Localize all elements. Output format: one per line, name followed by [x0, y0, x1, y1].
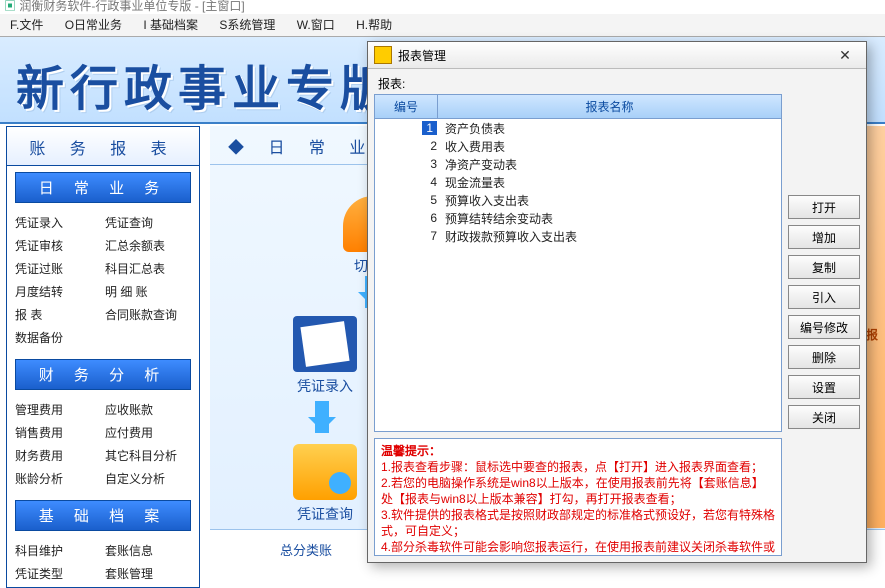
- link-detail-ledger[interactable]: 明 细 账: [103, 280, 193, 303]
- link-subject-maint[interactable]: 科目维护: [13, 539, 103, 562]
- row-name: 预算结转结余变动表: [443, 210, 781, 227]
- menubar: F.文件 O日常业务 I 基础档案 S系统管理 W.窗口 H.帮助: [0, 14, 885, 37]
- link-voucher-entry[interactable]: 凭证录入: [13, 211, 103, 234]
- app-icon: ▣: [4, 0, 16, 13]
- tips-box: 温馨提示： 1.报表查看步骤：鼠标选中要查的报表，点【打开】进入报表界面查看； …: [374, 438, 782, 556]
- section-daily: 日 常 业 务: [15, 172, 191, 203]
- delete-button[interactable]: 删除: [788, 345, 860, 369]
- row-name: 现金流量表: [443, 174, 781, 191]
- col-name: 报表名称: [438, 95, 781, 118]
- arrow-icon: [315, 401, 329, 433]
- copy-button[interactable]: 复制: [788, 255, 860, 279]
- link-manage-fee[interactable]: 管理费用: [13, 398, 103, 421]
- menu-window[interactable]: W.窗口: [297, 18, 335, 32]
- link-subject-summary[interactable]: 科目汇总表: [103, 257, 193, 280]
- dialog-buttons: 打开 增加 复制 引入 编号修改 删除 设置 关闭: [788, 75, 860, 556]
- dialog-icon: [374, 46, 392, 64]
- group-label: 报表:: [378, 75, 782, 92]
- menu-help[interactable]: H.帮助: [356, 18, 392, 32]
- menu-basic[interactable]: I 基础档案: [143, 18, 198, 32]
- row-name: 财政拨款预算收入支出表: [443, 228, 781, 245]
- link-voucher-audit[interactable]: 凭证审核: [13, 234, 103, 257]
- row-no: 3: [375, 157, 443, 171]
- dialog-titlebar[interactable]: 报表管理 ✕: [368, 42, 866, 69]
- import-button[interactable]: 引入: [788, 285, 860, 309]
- ws-query-label: 凭证查询: [297, 506, 353, 522]
- finance-links: 管理费用 应收账款 销售费用 应付费用 财务费用 其它科目分析 账龄分析 自定义…: [7, 396, 199, 494]
- section-basic: 基 础 档 案: [15, 500, 191, 531]
- tip-4: 4.部分杀毒软件可能会影响您报表运行，在使用报表前建议关闭杀毒软件或安全卫士等第…: [381, 540, 775, 556]
- row-no: 6: [375, 211, 443, 225]
- link-voucher-post[interactable]: 凭证过账: [13, 257, 103, 280]
- link-other-subj[interactable]: 其它科目分析: [103, 444, 193, 467]
- sidebar: 账 务 报 表 日 常 业 务 凭证录入 凭证查询 凭证审核 汇总余额表 凭证过…: [6, 126, 200, 588]
- tip-1: 1.报表查看步骤：鼠标选中要查的报表，点【打开】进入报表界面查看；: [381, 460, 763, 474]
- list-row[interactable]: 7财政拨款预算收入支出表: [375, 227, 781, 245]
- col-no: 编号: [375, 95, 438, 118]
- link-account-info[interactable]: 套账信息: [103, 539, 193, 562]
- tip-2: 2.若您的电脑操作系统是win8以上版本，在使用报表前先将【套账信息】处【报表与…: [381, 476, 764, 506]
- daily-links: 凭证录入 凭证查询 凭证审核 汇总余额表 凭证过账 科目汇总表 月度结转 明 细…: [7, 209, 199, 353]
- row-name: 净资产变动表: [443, 156, 781, 173]
- link-payable[interactable]: 应付费用: [103, 421, 193, 444]
- link-voucher-query[interactable]: 凭证查询: [103, 211, 193, 234]
- link-fin-fee[interactable]: 财务费用: [13, 444, 103, 467]
- add-button[interactable]: 增加: [788, 225, 860, 249]
- list-row[interactable]: 5预算收入支出表: [375, 191, 781, 209]
- dialog-title: 报表管理: [398, 47, 830, 64]
- list-row[interactable]: 2收入费用表: [375, 137, 781, 155]
- link-sale-fee[interactable]: 销售费用: [13, 421, 103, 444]
- list-header: 编号 报表名称: [375, 95, 781, 119]
- link-custom[interactable]: 自定义分析: [103, 467, 193, 490]
- list-row[interactable]: 6预算结转结余变动表: [375, 209, 781, 227]
- row-no: 2: [375, 139, 443, 153]
- menu-file[interactable]: F.文件: [10, 18, 43, 32]
- row-name: 资产负债表: [443, 120, 781, 137]
- renum-button[interactable]: 编号修改: [788, 315, 860, 339]
- link-summary-balance[interactable]: 汇总余额表: [103, 234, 193, 257]
- row-no: 4: [375, 175, 443, 189]
- link-account-mgmt[interactable]: 套账管理: [103, 562, 193, 585]
- row-no: 1: [375, 121, 443, 135]
- window-title: ▣ 润衡财务软件-行政事业单位专版 - [主窗口]: [4, 0, 245, 13]
- link-receivable[interactable]: 应收账款: [103, 398, 193, 421]
- report-listbox[interactable]: 编号 报表名称 1资产负债表2收入费用表3净资产变动表4现金流量表5预算收入支出…: [374, 94, 782, 432]
- sidebar-title: 账 务 报 表: [7, 127, 199, 166]
- row-no: 7: [375, 229, 443, 243]
- section-finance: 财 务 分 析: [15, 359, 191, 390]
- folder-search-icon: [293, 444, 357, 500]
- list-row[interactable]: 4现金流量表: [375, 173, 781, 191]
- close-button[interactable]: 关闭: [788, 405, 860, 429]
- basic-links: 科目维护 套账信息 凭证类型 套账管理: [7, 537, 199, 588]
- ws-entry-label: 凭证录入: [297, 378, 353, 394]
- close-icon[interactable]: ✕: [830, 47, 860, 64]
- clipboard-icon: [293, 316, 357, 372]
- link-contract-query[interactable]: 合同账款查询: [103, 303, 193, 326]
- bottom-item-general-ledger[interactable]: 总分类账: [280, 540, 332, 559]
- open-button[interactable]: 打开: [788, 195, 860, 219]
- menu-system[interactable]: S系统管理: [219, 18, 275, 32]
- row-name: 预算收入支出表: [443, 192, 781, 209]
- report-manage-dialog: 报表管理 ✕ 报表: 编号 报表名称 1资产负债表2收入费用表3净资产变动表4现…: [367, 41, 867, 563]
- menu-daily[interactable]: O日常业务: [65, 18, 122, 32]
- tips-header: 温馨提示：: [381, 444, 441, 458]
- list-row[interactable]: 3净资产变动表: [375, 155, 781, 173]
- link-month-close[interactable]: 月度结转: [13, 280, 103, 303]
- link-aging[interactable]: 账龄分析: [13, 467, 103, 490]
- link-voucher-type[interactable]: 凭证类型: [13, 562, 103, 585]
- link-report[interactable]: 报 表: [13, 303, 103, 326]
- tip-3: 3.软件提供的报表格式是按照财政部规定的标准格式预设好，若您有特殊格式，可自定义…: [381, 508, 775, 538]
- setting-button[interactable]: 设置: [788, 375, 860, 399]
- list-row[interactable]: 1资产负债表: [375, 119, 781, 137]
- row-name: 收入费用表: [443, 138, 781, 155]
- link-backup[interactable]: 数据备份: [13, 326, 193, 349]
- row-no: 5: [375, 193, 443, 207]
